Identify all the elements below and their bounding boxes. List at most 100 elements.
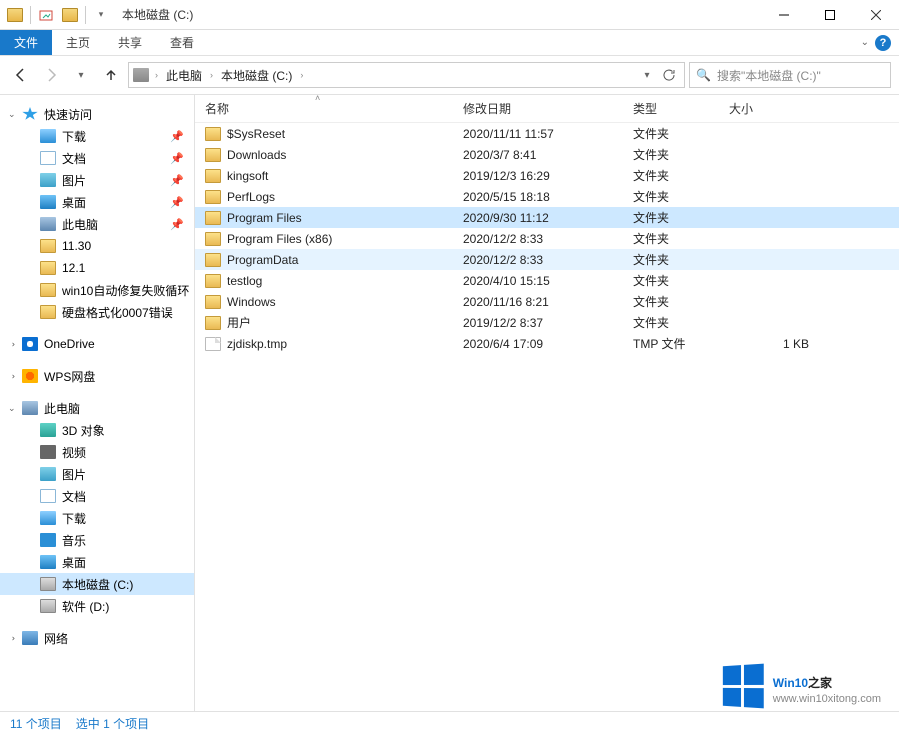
- doc-icon: [40, 489, 56, 503]
- sidebar-item[interactable]: 此电脑📌: [0, 213, 194, 235]
- minimize-button[interactable]: [761, 0, 807, 30]
- sidebar-item[interactable]: 11.30: [0, 235, 194, 257]
- qat-properties-icon[interactable]: [35, 4, 57, 26]
- sort-indicator-icon: ˄: [315, 95, 320, 103]
- sidebar-item[interactable]: 下载📌: [0, 125, 194, 147]
- doc-icon: [40, 151, 56, 165]
- help-icon[interactable]: ?: [875, 35, 891, 51]
- column-name[interactable]: 名称: [195, 95, 453, 122]
- tab-share[interactable]: 共享: [104, 30, 156, 55]
- sidebar-item[interactable]: 图片📌: [0, 169, 194, 191]
- qat-dropdown-icon[interactable]: ▾: [90, 4, 112, 26]
- sidebar-item[interactable]: 音乐: [0, 529, 194, 551]
- folder-icon: [205, 127, 221, 141]
- chevron-right-icon[interactable]: ›: [298, 70, 305, 80]
- sidebar-item[interactable]: 硬盘格式化0007错误: [0, 301, 194, 323]
- ribbon-tabs: 文件 主页 共享 查看 ⌄ ?: [0, 30, 899, 56]
- pin-icon: 📌: [170, 130, 184, 143]
- breadcrumb-root[interactable]: 此电脑: [164, 67, 204, 84]
- watermark: Win10之家 www.win10xitong.com: [721, 665, 881, 707]
- file-row[interactable]: kingsoft2019/12/3 16:29文件夹: [195, 165, 899, 186]
- drive-icon: [133, 68, 149, 82]
- folder-icon: [205, 232, 221, 246]
- file-row[interactable]: zjdiskp.tmp2020/6/4 17:09TMP 文件1 KB: [195, 333, 899, 354]
- folder-icon: [205, 211, 221, 225]
- pc-icon: [40, 217, 56, 231]
- sidebar-item[interactable]: 桌面📌: [0, 191, 194, 213]
- column-type[interactable]: 类型: [623, 95, 719, 122]
- folder-icon: [205, 253, 221, 267]
- up-button[interactable]: [98, 62, 124, 88]
- sidebar-this-pc[interactable]: ⌄ 此电脑: [0, 397, 194, 419]
- maximize-button[interactable]: [807, 0, 853, 30]
- search-placeholder: 搜索"本地磁盘 (C:)": [717, 67, 821, 84]
- pic-icon: [40, 173, 56, 187]
- close-button[interactable]: [853, 0, 899, 30]
- file-row[interactable]: 用户2019/12/2 8:37文件夹: [195, 312, 899, 333]
- network-icon: [22, 631, 38, 645]
- star-icon: [22, 107, 38, 121]
- file-row[interactable]: Windows2020/11/16 8:21文件夹: [195, 291, 899, 312]
- sidebar-item[interactable]: 文档📌: [0, 147, 194, 169]
- tab-home[interactable]: 主页: [52, 30, 104, 55]
- onedrive-icon: [22, 337, 38, 351]
- folder-icon: [40, 239, 56, 253]
- pin-icon: 📌: [170, 218, 184, 231]
- search-icon: 🔍: [696, 68, 711, 82]
- title-bar: ▾ 本地磁盘 (C:): [0, 0, 899, 30]
- pic-icon: [40, 467, 56, 481]
- sidebar-wps[interactable]: ⌄ WPS网盘: [0, 365, 194, 387]
- file-row[interactable]: Downloads2020/3/7 8:41文件夹: [195, 144, 899, 165]
- file-row[interactable]: Program Files2020/9/30 11:12文件夹: [195, 207, 899, 228]
- recent-locations-button[interactable]: ▾: [68, 62, 94, 88]
- folder-icon: [205, 148, 221, 162]
- sidebar-item[interactable]: 本地磁盘 (C:): [0, 573, 194, 595]
- sidebar-item[interactable]: 3D 对象: [0, 419, 194, 441]
- back-button[interactable]: [8, 62, 34, 88]
- pc-icon: [22, 401, 38, 415]
- column-date[interactable]: 修改日期: [453, 95, 623, 122]
- folder-icon: [205, 169, 221, 183]
- chevron-right-icon[interactable]: ›: [153, 70, 160, 80]
- file-row[interactable]: testlog2020/4/10 15:15文件夹: [195, 270, 899, 291]
- file-row[interactable]: PerfLogs2020/5/15 18:18文件夹: [195, 186, 899, 207]
- sidebar-item[interactable]: 下载: [0, 507, 194, 529]
- file-row[interactable]: ProgramData2020/12/2 8:33文件夹: [195, 249, 899, 270]
- address-dropdown-button[interactable]: ▾: [636, 64, 658, 86]
- watermark-url: www.win10xitong.com: [773, 693, 881, 705]
- sidebar-item[interactable]: 桌面: [0, 551, 194, 573]
- sidebar-item[interactable]: 软件 (D:): [0, 595, 194, 617]
- column-size[interactable]: 大小: [719, 95, 829, 122]
- search-box[interactable]: 🔍 搜索"本地磁盘 (C:)": [689, 62, 891, 88]
- tab-view[interactable]: 查看: [156, 30, 208, 55]
- status-bar: 11 个项目 选中 1 个项目: [0, 711, 899, 735]
- chevron-right-icon[interactable]: ›: [208, 70, 215, 80]
- tab-file[interactable]: 文件: [0, 30, 52, 55]
- address-bar[interactable]: › 此电脑 › 本地磁盘 (C:) › ▾: [128, 62, 685, 88]
- sidebar-item[interactable]: 12.1: [0, 257, 194, 279]
- folder-icon: [40, 283, 56, 297]
- dl-icon: [40, 129, 56, 143]
- refresh-button[interactable]: [658, 64, 680, 86]
- file-row[interactable]: $SysReset2020/11/11 11:57文件夹: [195, 123, 899, 144]
- forward-button[interactable]: [38, 62, 64, 88]
- file-icon: [205, 337, 221, 351]
- file-row[interactable]: Program Files (x86)2020/12/2 8:33文件夹: [195, 228, 899, 249]
- column-headers: ˄ 名称 修改日期 类型 大小: [195, 95, 899, 123]
- navigation-row: ▾ › 此电脑 › 本地磁盘 (C:) › ▾ 🔍 搜索"本地磁盘 (C:)": [0, 56, 899, 94]
- folder-icon: [205, 274, 221, 288]
- ribbon-collapse-icon[interactable]: ⌄: [861, 37, 869, 48]
- sidebar-item[interactable]: 视频: [0, 441, 194, 463]
- pin-icon: 📌: [170, 152, 184, 165]
- drive-icon: [40, 577, 56, 591]
- pin-icon: 📌: [170, 174, 184, 187]
- sidebar-network[interactable]: ⌄ 网络: [0, 627, 194, 649]
- vid-icon: [40, 445, 56, 459]
- sidebar-quick-access[interactable]: ⌄ 快速访问: [0, 103, 194, 125]
- sidebar-onedrive[interactable]: ⌄ OneDrive: [0, 333, 194, 355]
- sidebar-item[interactable]: 图片: [0, 463, 194, 485]
- desk-icon: [40, 555, 56, 569]
- sidebar-item[interactable]: win10自动修复失败循环: [0, 279, 194, 301]
- sidebar-item[interactable]: 文档: [0, 485, 194, 507]
- breadcrumb-leaf[interactable]: 本地磁盘 (C:): [219, 67, 294, 84]
